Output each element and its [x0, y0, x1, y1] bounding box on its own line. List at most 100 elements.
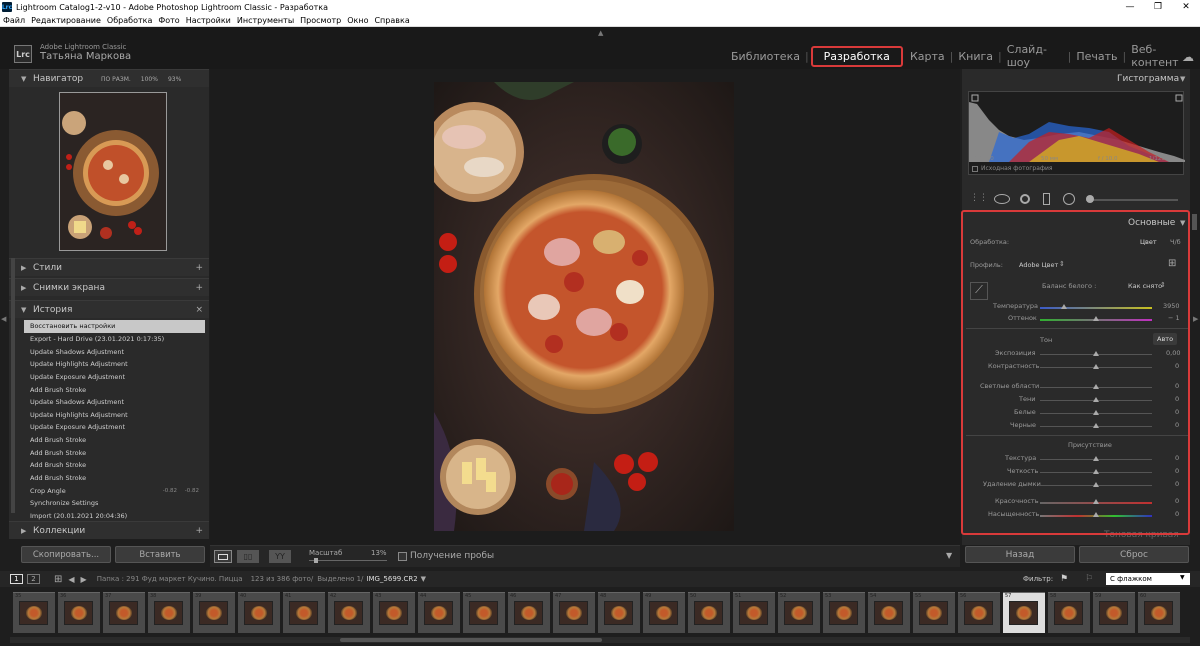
- filmstrip-thumbnail[interactable]: 52: [778, 592, 820, 633]
- menu-file[interactable]: Файл: [0, 16, 28, 25]
- loupe-view-button[interactable]: [214, 550, 232, 563]
- spot-removal-icon[interactable]: [994, 194, 1010, 204]
- collapse-right-icon[interactable]: ▶: [1193, 315, 1198, 323]
- filmstrip-thumbnail[interactable]: 43: [373, 592, 415, 633]
- history-item[interactable]: Update Highlights Adjustment: [24, 408, 205, 421]
- filmstrip-thumbnail[interactable]: 35: [13, 592, 55, 633]
- grid-view-icon[interactable]: ⊞: [54, 574, 62, 585]
- filmstrip-thumbnail[interactable]: 53: [823, 592, 865, 633]
- copy-settings-button[interactable]: Скопировать...: [21, 546, 111, 563]
- history-item[interactable]: Add Brush Stroke: [24, 434, 205, 447]
- right-scrollbar[interactable]: [1192, 214, 1197, 230]
- reject-filter-icon[interactable]: ⚐: [1085, 574, 1093, 584]
- history-item[interactable]: Add Brush Stroke: [24, 472, 205, 485]
- collections-header[interactable]: ▶ Коллекции +: [9, 521, 209, 539]
- filmstrip-scroll-thumb[interactable]: [340, 638, 602, 642]
- filmstrip-thumbnail[interactable]: 41: [283, 592, 325, 633]
- history-item[interactable]: Add Brush Stroke: [24, 383, 205, 396]
- filename-dropdown-icon[interactable]: ▼: [421, 575, 426, 583]
- before-after-button[interactable]: ▯▯: [237, 550, 259, 563]
- maximize-button[interactable]: ❐: [1144, 0, 1172, 14]
- zoom-slider-knob[interactable]: [314, 558, 318, 563]
- filmstrip-thumbnail[interactable]: 54: [868, 592, 910, 633]
- menu-view[interactable]: Просмотр: [297, 16, 344, 25]
- history-item[interactable]: Add Brush Stroke: [24, 459, 205, 472]
- second-window-button[interactable]: 2: [27, 574, 40, 584]
- crop-tool-icon[interactable]: ⋮⋮: [970, 193, 988, 203]
- menu-edit[interactable]: Редактирование: [28, 16, 104, 25]
- filmstrip-thumbnail[interactable]: 40: [238, 592, 280, 633]
- toolbar-menu-icon[interactable]: ▼: [946, 551, 952, 560]
- back-arrow-icon[interactable]: ◀: [68, 575, 74, 584]
- filmstrip-thumbnail[interactable]: 49: [643, 592, 685, 633]
- history-item[interactable]: Crop Angle -0.82 -0.82: [24, 484, 205, 497]
- filmstrip-thumbnail[interactable]: 45: [463, 592, 505, 633]
- before-after-swap-button[interactable]: YY: [269, 550, 291, 563]
- history-item[interactable]: Export - Hard Drive (23.01.2021 0:17:35): [24, 333, 205, 346]
- filmstrip-thumbnail[interactable]: 56: [958, 592, 1000, 633]
- adjustment-brush-icon[interactable]: [1086, 195, 1094, 203]
- original-photo-checkbox[interactable]: [972, 166, 978, 172]
- add-snapshot-icon[interactable]: +: [195, 283, 203, 293]
- history-item[interactable]: Update Exposure Adjustment: [24, 371, 205, 384]
- menu-photo[interactable]: Фото: [155, 16, 182, 25]
- left-scrollbar[interactable]: [11, 258, 15, 513]
- module-book[interactable]: Книга: [953, 50, 998, 63]
- zoom-fit[interactable]: ПО РАЗМ.: [101, 76, 131, 83]
- previous-button[interactable]: Назад: [965, 546, 1075, 563]
- source-path[interactable]: Папка : 291 Фуд маркет Кучино. Пицца: [97, 575, 243, 583]
- snapshots-header[interactable]: ▶ Снимки экрана +: [9, 278, 209, 296]
- presets-header[interactable]: ▶ Стили +: [9, 258, 209, 276]
- collapse-histogram-icon[interactable]: ▼: [1180, 75, 1185, 83]
- navigator-header[interactable]: ▼ Навигатор ПО РАЗМ. 100% 93%: [9, 69, 209, 87]
- filmstrip-thumbnail[interactable]: 57: [1003, 592, 1045, 633]
- history-item[interactable]: Synchronize Settings: [24, 497, 205, 510]
- minimize-button[interactable]: —: [1116, 0, 1144, 14]
- filmstrip-thumbnail[interactable]: 42: [328, 592, 370, 633]
- navigator-preview[interactable]: [59, 92, 167, 251]
- radial-filter-icon[interactable]: [1063, 193, 1075, 205]
- graduated-filter-icon[interactable]: [1043, 193, 1050, 205]
- history-item[interactable]: Update Highlights Adjustment: [24, 358, 205, 371]
- close-button[interactable]: ✕: [1172, 0, 1200, 14]
- brush-slider[interactable]: [1086, 199, 1178, 201]
- forward-arrow-icon[interactable]: ▶: [81, 575, 87, 584]
- menu-window[interactable]: Окно: [344, 16, 371, 25]
- module-library[interactable]: Библиотека: [726, 50, 805, 63]
- history-item[interactable]: Add Brush Stroke: [24, 446, 205, 459]
- soft-proof-checkbox[interactable]: [398, 552, 407, 561]
- menu-settings[interactable]: Настройки: [183, 16, 234, 25]
- filmstrip-thumbnail[interactable]: 50: [688, 592, 730, 633]
- history-item[interactable]: Import (20.01.2021 20:04:36): [24, 510, 205, 523]
- history-item[interactable]: Восстановить настройки: [24, 320, 205, 333]
- add-preset-icon[interactable]: +: [195, 263, 203, 273]
- zoom-93[interactable]: 93%: [168, 76, 181, 83]
- collapse-top-icon[interactable]: ▲: [598, 29, 603, 37]
- flag-filter-icon[interactable]: ⚑: [1060, 574, 1068, 584]
- history-item[interactable]: Update Exposure Adjustment: [24, 421, 205, 434]
- filmstrip-thumbnail[interactable]: 37: [103, 592, 145, 633]
- main-window-button[interactable]: 1: [10, 574, 23, 584]
- filmstrip-thumbnail[interactable]: 55: [913, 592, 955, 633]
- filmstrip-thumbnail[interactable]: 46: [508, 592, 550, 633]
- add-collection-icon[interactable]: +: [195, 526, 203, 536]
- clear-history-icon[interactable]: ×: [195, 305, 203, 315]
- filmstrip-thumbnail[interactable]: 47: [553, 592, 595, 633]
- history-item[interactable]: Update Shadows Adjustment: [24, 345, 205, 358]
- module-map[interactable]: Карта: [905, 50, 950, 63]
- filmstrip-thumbnail[interactable]: 59: [1093, 592, 1135, 633]
- history-item[interactable]: Update Shadows Adjustment: [24, 396, 205, 409]
- collapse-left-icon[interactable]: ◀: [1, 315, 6, 323]
- reset-button[interactable]: Сброс: [1079, 546, 1189, 563]
- zoom-slider[interactable]: [309, 560, 387, 561]
- module-slideshow[interactable]: Слайд-шоу: [1002, 43, 1068, 69]
- history-header[interactable]: ▼ История ×: [9, 300, 209, 318]
- filmstrip-thumbnail[interactable]: 51: [733, 592, 775, 633]
- menu-tools[interactable]: Инструменты: [234, 16, 297, 25]
- menu-help[interactable]: Справка: [371, 16, 412, 25]
- filmstrip-thumbnail[interactable]: 48: [598, 592, 640, 633]
- filmstrip-thumbnail[interactable]: 60: [1138, 592, 1180, 633]
- zoom-100[interactable]: 100%: [141, 76, 158, 83]
- menu-develop[interactable]: Обработка: [104, 16, 155, 25]
- filmstrip-thumbnail[interactable]: 39: [193, 592, 235, 633]
